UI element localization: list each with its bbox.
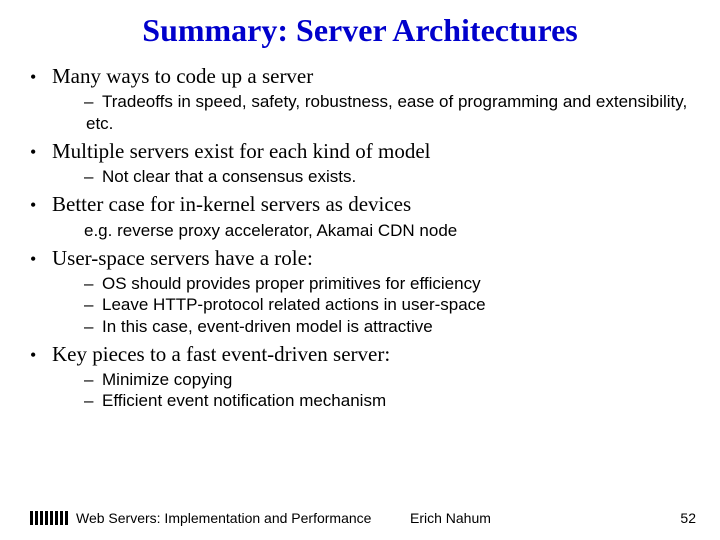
list-item: Tradeoffs in speed, safety, robustness, … <box>86 91 690 134</box>
sub-text: Not clear that a consensus exists. <box>102 167 356 186</box>
bullet-text: User-space servers have a role: <box>52 246 313 270</box>
ibm-logo-icon <box>30 511 68 525</box>
sub-text: Tradeoffs in speed, safety, robustness, … <box>86 92 687 132</box>
sub-text: Leave HTTP-protocol related actions in u… <box>102 295 486 314</box>
bullet-text: Multiple servers exist for each kind of … <box>52 139 430 163</box>
list-item: Not clear that a consensus exists. <box>86 166 690 187</box>
page-number: 52 <box>680 510 696 526</box>
sub-list: OS should provides proper primitives for… <box>44 273 690 337</box>
footer-title: Web Servers: Implementation and Performa… <box>76 510 371 526</box>
sub-list: Not clear that a consensus exists. <box>44 166 690 187</box>
bullet-list: Many ways to code up a server Tradeoffs … <box>30 63 690 412</box>
list-item: Better case for in-kernel servers as dev… <box>44 191 690 241</box>
list-item: In this case, event-driven model is attr… <box>86 316 690 337</box>
list-item: User-space servers have a role: OS shoul… <box>44 245 690 337</box>
list-item: Many ways to code up a server Tradeoffs … <box>44 63 690 134</box>
list-item: OS should provides proper primitives for… <box>86 273 690 294</box>
bullet-text: Many ways to code up a server <box>52 64 313 88</box>
sub-list: Minimize copying Efficient event notific… <box>44 369 690 412</box>
slide-title: Summary: Server Architectures <box>30 12 690 49</box>
bullet-text: Key pieces to a fast event-driven server… <box>52 342 390 366</box>
sub-text: Minimize copying <box>102 370 232 389</box>
sub-text: Efficient event notification mechanism <box>102 391 386 410</box>
list-item: Efficient event notification mechanism <box>86 390 690 411</box>
list-item: Leave HTTP-protocol related actions in u… <box>86 294 690 315</box>
list-item: Multiple servers exist for each kind of … <box>44 138 690 188</box>
sub-text: In this case, event-driven model is attr… <box>102 317 433 336</box>
sub-text: OS should provides proper primitives for… <box>102 274 481 293</box>
footer-author: Erich Nahum <box>410 510 491 526</box>
list-item: Key pieces to a fast event-driven server… <box>44 341 690 412</box>
list-item: Minimize copying <box>86 369 690 390</box>
bullet-text: Better case for in-kernel servers as dev… <box>52 192 411 216</box>
sub-plain: e.g. reverse proxy accelerator, Akamai C… <box>44 220 690 241</box>
sub-list: Tradeoffs in speed, safety, robustness, … <box>44 91 690 134</box>
footer: Web Servers: Implementation and Performa… <box>0 510 720 526</box>
